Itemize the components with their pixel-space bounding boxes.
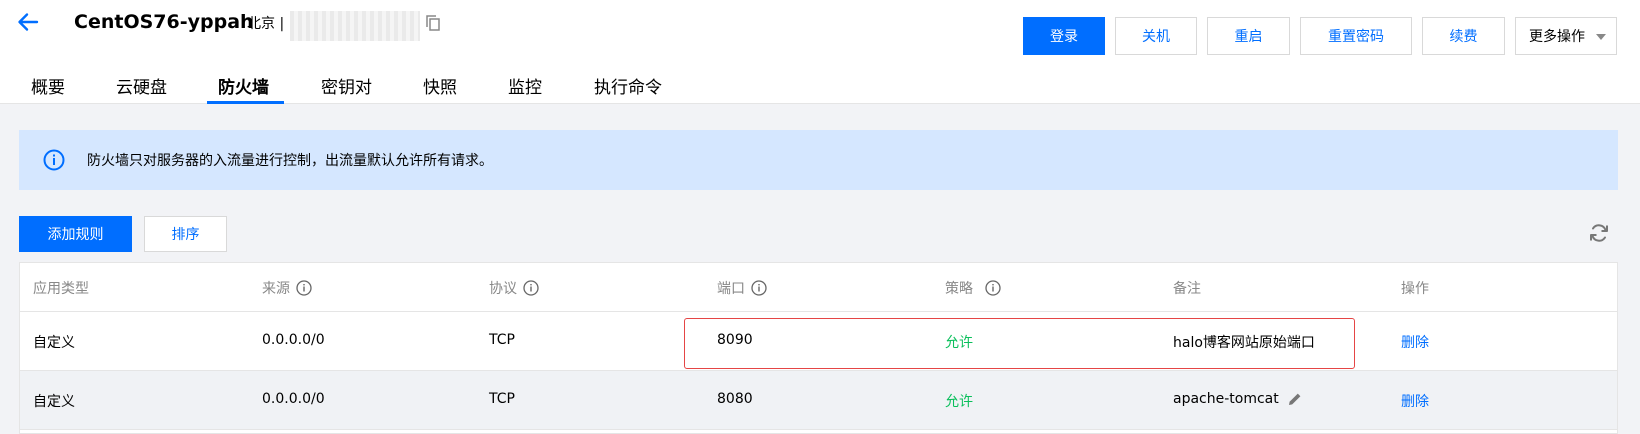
cell-app-type: 自定义 [33,394,75,410]
renew-button[interactable]: 续费 [1422,17,1505,55]
instance-region: 北京 | [247,16,285,32]
cell-policy: 允许 [945,394,973,410]
column-header-app-type: 应用类型 [33,278,89,298]
restart-button[interactable]: 重启 [1207,17,1290,55]
column-label: 来源 [262,281,290,297]
table-row: 自定义 0.0.0.0/0 TCP 8090 允许 halo博客网站原始端口 删… [20,312,1617,371]
column-label: 操作 [1401,281,1429,297]
cell-port: 8080 [717,391,753,407]
column-header-actions: 操作 [1401,278,1429,298]
column-label: 应用类型 [33,281,89,297]
shutdown-button[interactable]: 关机 [1115,17,1197,55]
cell-source: 0.0.0.0/0 [262,332,325,348]
column-label: 端口 [717,281,745,297]
active-tab-indicator [207,101,284,104]
tab-monitor[interactable]: 监控 [508,73,542,98]
ip-address-masked [290,11,420,41]
more-actions-dropdown[interactable]: 更多操作 [1515,17,1617,55]
column-header-remark: 备注 [1173,278,1201,298]
tab-overview[interactable]: 概要 [31,73,65,98]
table-row: 自定义 0.0.0.0/0 TCP 8080 允许 apache-tomcat … [20,371,1617,430]
firewall-info-banner: 防火墙只对服务器的入流量进行控制，出流量默认允许所有请求。 [19,130,1618,190]
column-label: 协议 [489,281,517,297]
sort-button[interactable]: 排序 [144,216,227,252]
cell-policy: 允许 [945,335,973,351]
delete-rule-link[interactable]: 删除 [1401,391,1429,411]
info-icon[interactable] [751,280,767,296]
tab-firewall[interactable]: 防火墙 [218,73,269,98]
info-icon[interactable] [523,280,539,296]
delete-rule-link[interactable]: 删除 [1401,332,1429,352]
column-label: 策略 [945,281,973,297]
column-header-port: 端口 [717,278,767,298]
cell-remark: apache-tomcat [1173,391,1303,407]
cell-remark: halo博客网站原始端口 [1173,335,1315,351]
login-button[interactable]: 登录 [1023,17,1105,55]
column-label: 备注 [1173,281,1201,297]
tab-snapshot[interactable]: 快照 [423,73,457,98]
caret-down-icon [1596,34,1606,40]
remark-text: apache-tomcat [1173,391,1279,407]
info-icon[interactable] [296,280,312,296]
top-bar: CentOS76-yppah 北京 | 登录 关机 重启 重置密码 续费 更多操… [0,0,1640,104]
column-header-source: 来源 [262,278,312,298]
column-header-protocol: 协议 [489,278,539,298]
cell-source: 0.0.0.0/0 [262,391,325,407]
tab-execute-command[interactable]: 执行命令 [594,73,662,98]
cell-app-type: 自定义 [33,335,75,351]
cell-protocol: TCP [489,391,515,407]
copy-icon[interactable] [426,15,440,31]
tab-key-pair[interactable]: 密钥对 [321,73,372,98]
banner-message: 防火墙只对服务器的入流量进行控制，出流量默认允许所有请求。 [87,153,493,169]
column-header-policy: 策略 [945,278,1001,298]
refresh-icon[interactable] [1588,222,1610,244]
reset-password-button[interactable]: 重置密码 [1300,17,1412,55]
table-header: 应用类型 来源 协议 端口 策略 备注 操作 [20,263,1617,312]
instance-title: CentOS76-yppah [74,11,254,33]
cell-protocol: TCP [489,332,515,348]
info-icon [43,149,65,171]
more-actions-label: 更多操作 [1529,29,1585,45]
firewall-rules-table: 应用类型 来源 协议 端口 策略 备注 操作 自定义 0.0.0.0/0 TCP… [19,262,1618,434]
edit-pencil-icon[interactable] [1287,391,1303,407]
tab-cloud-disk[interactable]: 云硬盘 [116,73,167,98]
back-arrow-icon[interactable] [16,10,40,34]
info-icon[interactable] [985,280,1001,296]
add-rule-button[interactable]: 添加规则 [19,216,132,252]
cell-port: 8090 [717,332,753,348]
